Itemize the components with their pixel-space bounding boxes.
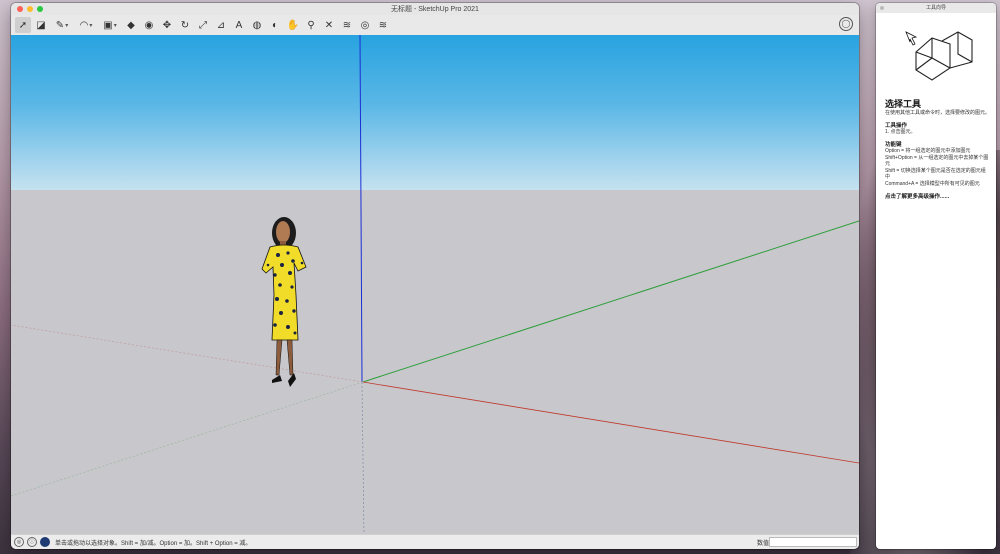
tool-description: 在使用其他工具或命令时，选择要修改的图元。: [885, 110, 991, 116]
push-pull-tool-icon: ◆: [127, 19, 135, 31]
measurements-input[interactable]: [769, 537, 857, 547]
measurements-label: 数值: [756, 541, 769, 547]
advanced-operations-link[interactable]: 点击了解更多高级操作......: [885, 194, 990, 201]
green-axis: [362, 220, 859, 383]
arc-tool-icon: ◠: [79, 19, 89, 31]
instructor-tray: 工具向导 选择工具 在使用其他工具或命令时，选择要修改的图元。 工具操作 1. …: [876, 3, 996, 549]
tool-instructions: 选择工具 在使用其他工具或命令时，选择要修改的图元。 工具操作 1. 点击图元。…: [885, 99, 990, 201]
offset-tool-button[interactable]: ◉: [141, 17, 157, 33]
layout-button[interactable]: ≋: [375, 17, 391, 33]
chevron-down-icon: ▾: [65, 22, 69, 29]
zoom-window-button[interactable]: [37, 6, 43, 12]
pan-tool-button[interactable]: ✋: [285, 17, 301, 33]
zoom-tool-button[interactable]: ⚲: [303, 17, 319, 33]
tray-close-button[interactable]: [880, 6, 884, 10]
modifier-keys-text: Shift = 切换选择某个图元是否在选定的图元组中: [885, 167, 986, 181]
status-hint: 单击或拖动以选择对象。Shift = 加/减。Option = 加。Shift …: [55, 540, 252, 547]
text-tool-button[interactable]: A: [231, 17, 247, 33]
tool-operations-item: 1. 点击图元。: [885, 129, 916, 135]
minimize-window-button[interactable]: [27, 6, 33, 12]
window-title: 无标题 - SketchUp Pro 2021: [391, 6, 479, 13]
warehouse-button[interactable]: ≋: [339, 17, 355, 33]
sketchup-main-window: 无标题 - SketchUp Pro 2021 ➚ ◪ ✎ ▾ ◠ ▾ ▣ ▾ ◆ ◉ ✥ ↻ ⤢ ⊿ A ◍…: [11, 3, 859, 549]
chevron-down-icon: ▾: [113, 22, 117, 29]
tape-measure-tool-icon: ⊿: [216, 19, 226, 31]
push-pull-tool-button[interactable]: ◆: [123, 17, 139, 33]
text-tool-icon: A: [235, 19, 243, 31]
zoom-extents-tool-icon: ✕: [324, 19, 334, 31]
tray-title-bar: 工具向导: [876, 3, 996, 13]
title-bar: 无标题 - SketchUp Pro 2021: [11, 3, 859, 15]
window-controls: [17, 6, 43, 12]
chevron-down-icon: ▾: [89, 22, 93, 29]
line-tool-icon: ✎: [55, 19, 65, 31]
pan-tool-icon: ✋: [286, 19, 300, 31]
select-tool-button[interactable]: ➚: [15, 17, 31, 33]
tool-title: 选择工具: [885, 99, 922, 109]
scale-tool-icon: ⤢: [199, 19, 207, 31]
modifier-keys-text: Command+A = 选择模型中所有可见的图元: [885, 180, 980, 187]
shape-tool-button[interactable]: ▣ ▾: [99, 17, 121, 33]
rotate-tool-icon: ↻: [180, 19, 190, 31]
green-axis-negative: [11, 381, 364, 497]
select-tool-illustration: [905, 31, 973, 81]
scale-figure[interactable]: [260, 215, 310, 393]
geo-location-icon[interactable]: ◎: [14, 537, 24, 547]
shape-tool-icon: ▣: [103, 19, 113, 31]
layout-icon: ≋: [378, 19, 388, 31]
scale-tool-button[interactable]: ⤢: [195, 17, 211, 33]
main-toolbar: ➚ ◪ ✎ ▾ ◠ ▾ ▣ ▾ ◆ ◉ ✥ ↻ ⤢ ⊿ A ◍ ◐ ✋ ⚲ ✕ ≋ ◎ ≋: [11, 15, 859, 36]
modifier-keys-text: Shift+Option = 从一组选定的图元中去掉某个图元: [885, 154, 989, 168]
close-window-button[interactable]: [17, 6, 23, 12]
status-bar: ◎ ⓘ 单击或拖动以选择对象。Shift = 加/减。Option = 加。Sh…: [11, 534, 859, 549]
user-icon[interactable]: [40, 537, 50, 547]
move-tool-icon: ✥: [162, 19, 172, 31]
zoom-extents-tool-button[interactable]: ✕: [321, 17, 337, 33]
credits-icon[interactable]: ⓘ: [27, 537, 37, 547]
rotate-tool-button[interactable]: ↻: [177, 17, 193, 33]
zoom-tool-icon: ⚲: [307, 19, 315, 31]
tape-measure-tool-button[interactable]: ⊿: [213, 17, 229, 33]
arc-tool-button[interactable]: ◠ ▾: [75, 17, 97, 33]
select-tool-icon: ➚: [18, 19, 28, 31]
red-axis: [362, 381, 859, 464]
extension-warehouse-button[interactable]: ◎: [357, 17, 373, 33]
line-tool-button[interactable]: ✎ ▾: [51, 17, 73, 33]
offset-tool-icon: ◉: [144, 19, 154, 31]
blue-axis-negative: [361, 381, 365, 535]
drawing-viewport[interactable]: [11, 35, 859, 535]
account-icon[interactable]: ◯: [839, 17, 853, 31]
model-axes: [11, 35, 859, 535]
eraser-tool-icon: ◪: [36, 19, 46, 31]
orbit-tool-icon: ◐: [271, 19, 279, 31]
eraser-tool-button[interactable]: ◪: [33, 17, 49, 33]
paint-bucket-tool-icon: ◍: [252, 19, 262, 31]
blue-axis: [359, 35, 363, 383]
tray-window-title: 工具向导: [925, 5, 946, 11]
extension-warehouse-icon: ◎: [360, 19, 370, 31]
move-tool-button[interactable]: ✥: [159, 17, 175, 33]
warehouse-icon: ≋: [342, 19, 352, 31]
paint-bucket-tool-button[interactable]: ◍: [249, 17, 265, 33]
orbit-tool-button[interactable]: ◐: [267, 17, 283, 33]
red-axis-negative: [11, 324, 364, 383]
